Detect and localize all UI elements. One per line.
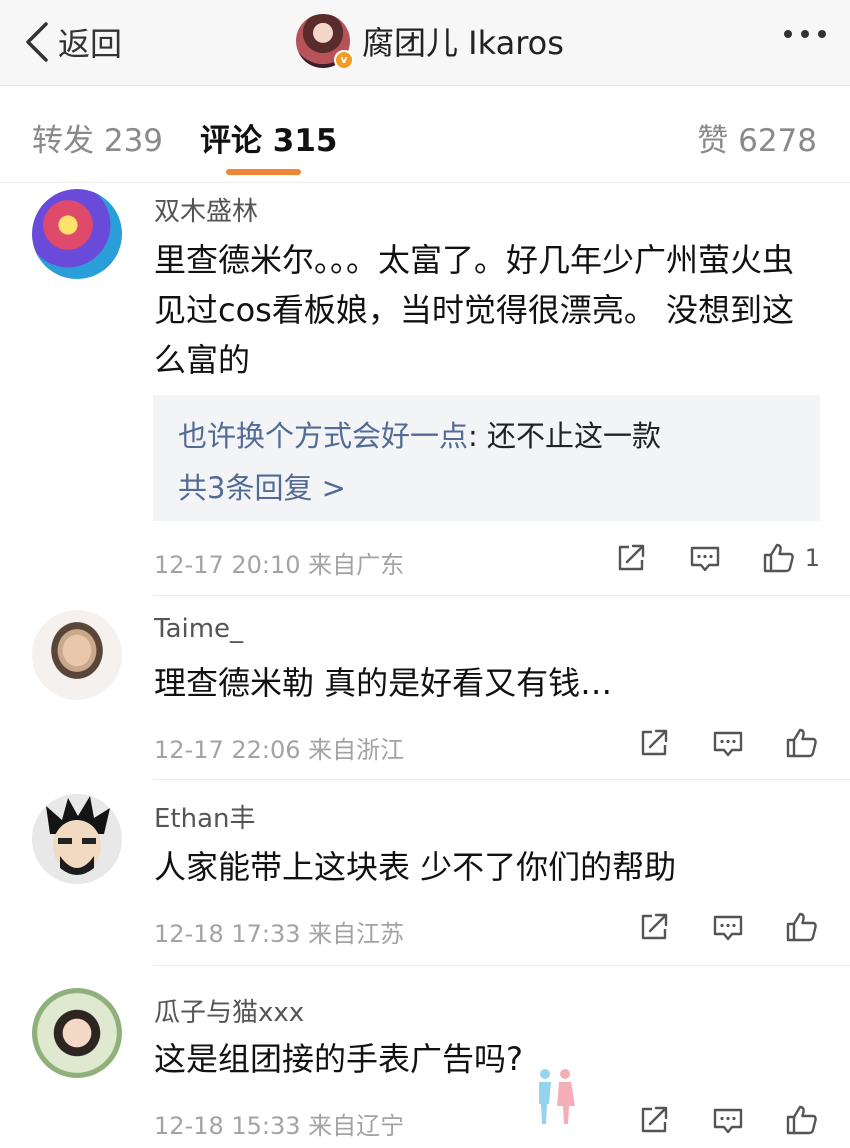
repost-button[interactable] [613, 540, 649, 576]
like-button[interactable] [761, 540, 797, 576]
tab-comments[interactable]: 评论 315 [200, 115, 338, 160]
profile-header[interactable]: v 腐团儿 Ikaros [296, 13, 564, 70]
avatar[interactable] [32, 988, 122, 1078]
avatar[interactable] [32, 189, 122, 279]
comment-item: 瓜子与猫xxx 这是组团接的手表广告吗? 12-18 15:33 来自辽宁 [0, 966, 850, 1148]
comment-actions [636, 909, 820, 945]
repost-button[interactable] [636, 1102, 672, 1138]
watermark-figures-icon [539, 1069, 575, 1124]
comment-text: 里查德米尔。。。太富了。好几年少广州萤火虫见过cos看板娘，当时觉得很漂亮。 没… [154, 241, 795, 379]
comment-meta: 12-18 17:33 来自江苏 [154, 920, 405, 948]
share-icon [641, 1106, 668, 1133]
reply-text: : 还不止这一款 [468, 419, 662, 453]
comment-meta: 12-17 22:06 来自浙江 [154, 736, 405, 764]
back-label: 返回 [58, 25, 123, 63]
active-tab-indicator [226, 169, 301, 175]
comment-meta: 12-18 15:33 来自辽宁 [154, 1112, 405, 1140]
comment-text: 这是组团接的手表广告吗? [154, 1040, 523, 1078]
reply-preview: 也许换个方式会好一点: 还不止这一款 [178, 413, 661, 455]
comment-username[interactable]: Taime_ [154, 614, 243, 644]
comment-item: Ethan丰 人家能带上这块表 少不了你们的帮助 12-18 17:33 来自江… [0, 780, 850, 966]
more-dots-icon [818, 30, 826, 38]
comment-username[interactable]: 瓜子与猫xxx [154, 992, 304, 1029]
more-button[interactable] [784, 30, 826, 38]
chevron-left-icon [26, 22, 48, 62]
reply-preview-box[interactable]: 也许换个方式会好一点: 还不止这一款 共3条回复 > [153, 395, 820, 521]
reply-username[interactable]: 也许换个方式会好一点 [178, 419, 468, 453]
comment-button[interactable] [710, 725, 746, 761]
comment-meta: 12-17 20:10 来自广东 [154, 551, 405, 579]
avatar[interactable] [32, 794, 122, 884]
back-button[interactable]: 返回 [22, 16, 122, 68]
like-button[interactable] [784, 909, 820, 945]
comment-text: 人家能带上这块表 少不了你们的帮助 [154, 848, 677, 886]
share-icon [618, 544, 644, 571]
thumbs-up-icon [786, 728, 817, 758]
avatar[interactable]: v [296, 14, 354, 70]
thumbs-up-icon [763, 543, 794, 573]
avatar-image [32, 794, 122, 884]
view-all-replies-link[interactable]: 共3条回复 > [178, 465, 346, 507]
comment-icon [713, 731, 743, 757]
tab-bar: 转发 239 评论 315 赞 6278 [0, 87, 850, 183]
comment-username[interactable]: Ethan丰 [154, 798, 256, 835]
like-button[interactable] [784, 725, 820, 761]
comment-username[interactable]: 双木盛林 [154, 191, 258, 228]
comment-icon [690, 546, 719, 572]
comment-item: 双木盛林 里查德米尔。。。太富了。好几年少广州萤火虫见过cos看板娘，当时觉得很… [0, 183, 850, 596]
comment-button[interactable] [687, 540, 723, 576]
more-dots-icon [801, 30, 809, 38]
like-button[interactable] [784, 1102, 820, 1138]
top-navbar: 返回 v 腐团儿 Ikaros [0, 0, 850, 86]
comment-button[interactable] [710, 1102, 746, 1138]
repost-button[interactable] [636, 725, 672, 761]
comment-button[interactable] [710, 909, 746, 945]
comment-actions: 1 [613, 540, 820, 576]
comment-text: 理查德米勒 真的是好看又有钱… [154, 664, 613, 702]
share-icon [641, 729, 668, 756]
like-count: 1 [804, 544, 820, 572]
verified-badge: v [334, 50, 354, 70]
share-icon [641, 913, 668, 940]
comment-icon [713, 915, 743, 941]
avatar[interactable] [32, 610, 122, 700]
comment-item: Taime_ 理查德米勒 真的是好看又有钱… 12-17 22:06 来自浙江 [0, 596, 850, 780]
comment-actions [636, 725, 820, 761]
page-title: 腐团儿 Ikaros [362, 24, 564, 62]
comment-icon [713, 1108, 743, 1134]
more-dots-icon [784, 30, 792, 38]
thumbs-up-icon [786, 1105, 817, 1135]
repost-button[interactable] [636, 909, 672, 945]
thumbs-up-icon [786, 912, 817, 942]
tab-likes[interactable]: 赞 6278 [697, 115, 817, 160]
comment-actions [636, 1102, 820, 1138]
tab-repost[interactable]: 转发 239 [32, 115, 163, 160]
